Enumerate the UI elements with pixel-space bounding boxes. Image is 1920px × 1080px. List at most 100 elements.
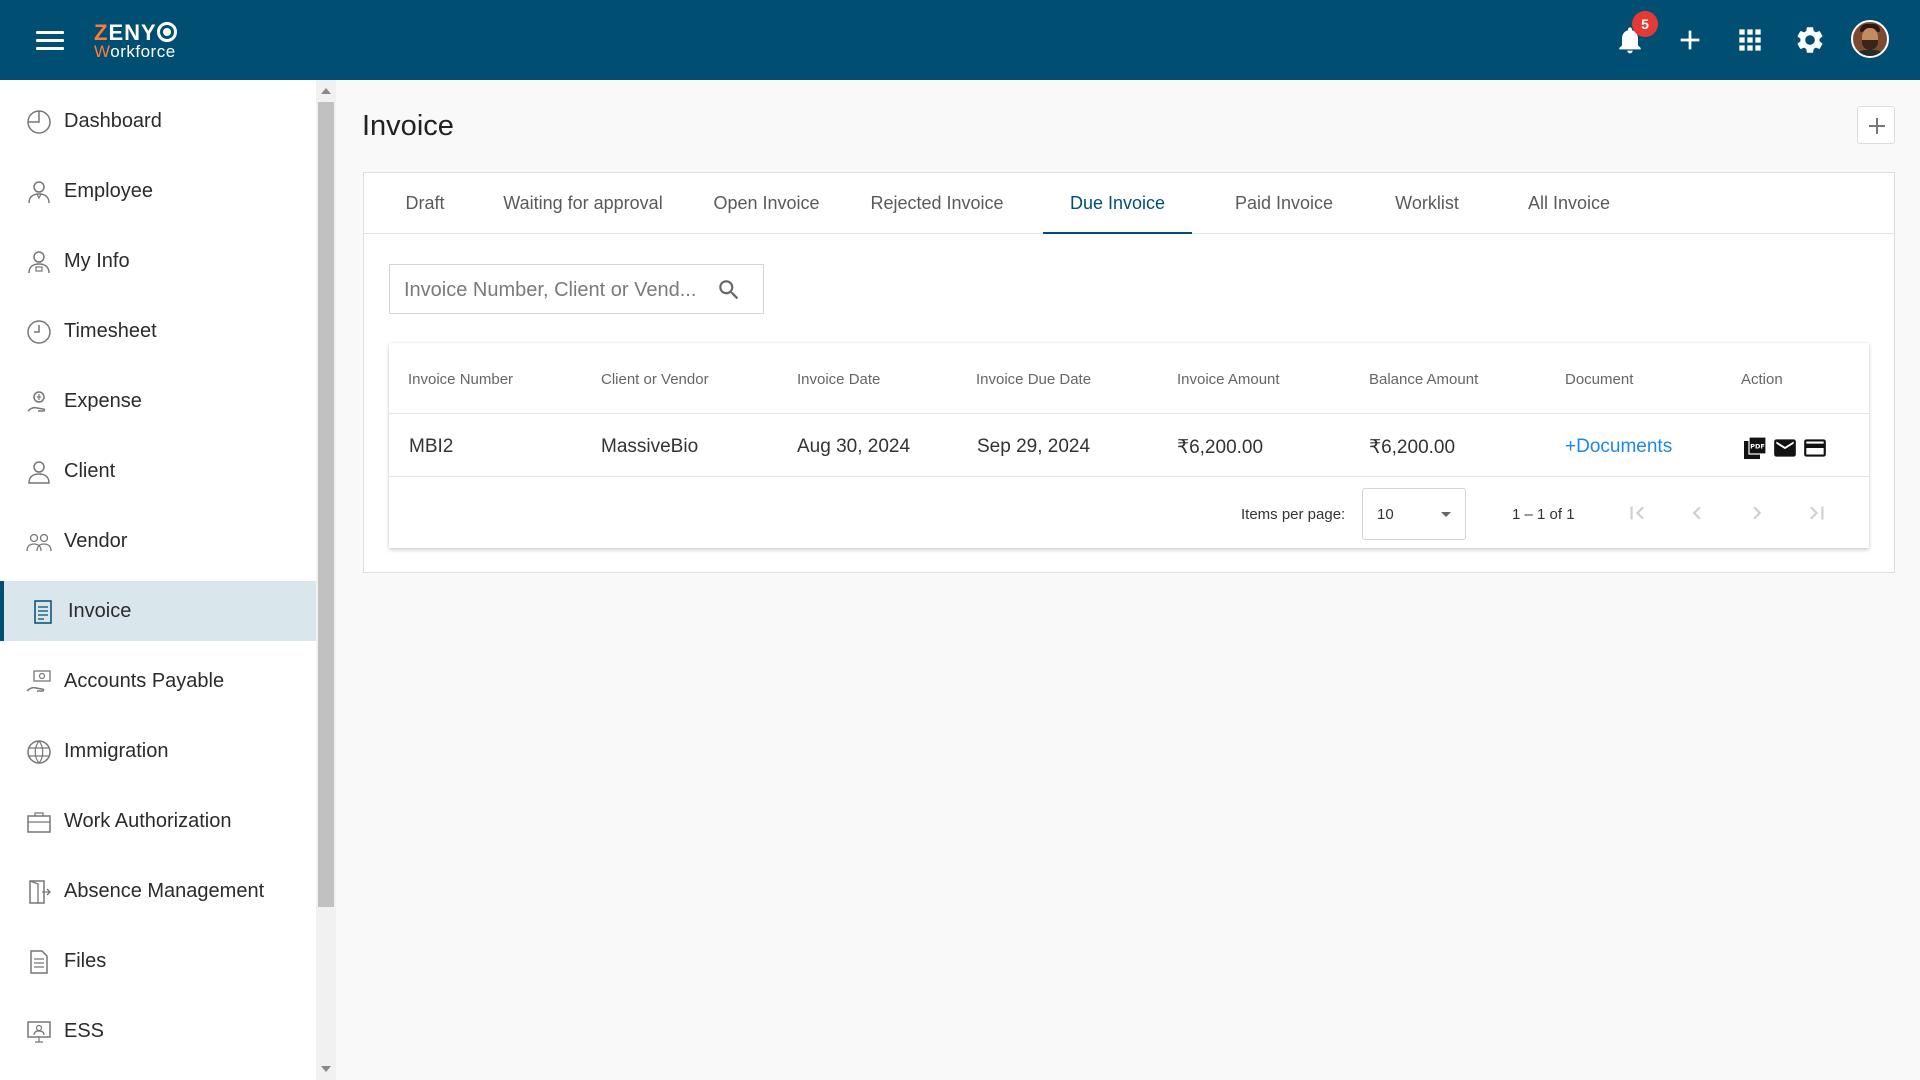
payment-card-icon[interactable] [1802,435,1828,461]
sidebar-item-employee[interactable]: Employee [0,161,316,221]
scroll-down-arrow-icon[interactable] [321,1066,331,1072]
column-header-balance-amount[interactable]: Balance Amount [1369,371,1478,388]
tab-paid-invoice[interactable]: Paid Invoice [1222,173,1346,233]
sidebar-item-label: Employee [64,179,153,202]
sidebar-item-absence-management[interactable]: Absence Management [0,861,316,921]
svg-text:PDF: PDF [1750,443,1765,451]
my-info-icon [26,249,52,275]
sidebar-item-label: Timesheet [64,319,157,342]
tab-all-invoice[interactable]: All Invoice [1507,173,1631,233]
tab-open-invoice[interactable]: Open Invoice [704,173,829,233]
pagination-range: 1 – 1 of 1 [1512,506,1575,523]
tab-due-invoice[interactable]: Due Invoice [1043,173,1192,234]
cell-invoice-number: MBI2 [409,436,454,457]
clock-icon [26,319,52,345]
sidebar-item-timesheet[interactable]: Timesheet [0,301,316,361]
expense-icon [26,389,52,415]
cell-client-or-vendor: MassiveBio [601,436,699,457]
tab-rejected-invoice[interactable]: Rejected Invoice [860,173,1014,233]
column-header-invoice-number[interactable]: Invoice Number [408,371,513,388]
sidebar-item-files[interactable]: Files [0,931,316,991]
ess-icon [26,1019,52,1045]
sidebar-item-invoice[interactable]: Invoice [0,581,316,641]
invoice-icon [30,599,56,625]
column-header-invoice-due-date[interactable]: Invoice Due Date [976,371,1091,388]
sidebar-item-work-authorization[interactable]: Work Authorization [0,791,316,851]
sidebar-item-label: Work Authorization [64,809,232,832]
first-page-icon[interactable] [1624,500,1650,526]
cell-invoice-amount: ₹6,200.00 [1177,437,1264,458]
apps-grid-icon[interactable] [1734,24,1766,56]
vendor-icon [26,529,52,555]
next-page-icon[interactable] [1744,500,1770,526]
row-divider [389,476,1869,477]
column-header-invoice-date[interactable]: Invoice Date [797,371,880,388]
sidebar: Dashboard Employee My Info Timesheet Exp… [0,80,316,1080]
sidebar-item-dashboard[interactable]: Dashboard [0,91,316,151]
items-per-page-value: 10 [1377,506,1394,523]
search-icon[interactable] [716,277,742,303]
search-input[interactable] [404,277,704,303]
sidebar-item-label: ESS [64,1019,105,1042]
search-box [389,264,764,314]
employee-icon [26,179,52,205]
sidebar-item-label: Vendor [64,529,128,552]
pdf-icon[interactable]: PDF [1742,435,1768,461]
sidebar-item-label: Immigration [64,739,169,762]
previous-page-icon[interactable] [1684,500,1710,526]
add-invoice-button[interactable] [1857,106,1895,144]
notification-badge[interactable]: 5 [1632,11,1658,37]
sidebar-item-ess[interactable]: ESS [0,1001,316,1061]
tab-worklist[interactable]: Worklist [1375,173,1479,233]
sidebar-item-my-info[interactable]: My Info [0,231,316,291]
cell-invoice-date: Aug 30, 2024 [797,436,911,457]
file-icon [26,949,52,975]
items-per-page-label: Items per page: [1241,506,1346,523]
sidebar-item-label: Absence Management [64,879,265,902]
sidebar-item-vendor[interactable]: Vendor [0,511,316,571]
documents-link[interactable]: +Documents [1565,436,1672,458]
page-title: Invoice [362,110,454,142]
email-icon[interactable] [1772,435,1798,461]
sidebar-item-label: Dashboard [64,109,162,132]
invoice-tabs: Draft Waiting for approval Open Invoice … [364,173,1894,234]
sidebar-item-label: My Info [64,249,130,272]
scroll-up-arrow-icon[interactable] [321,88,331,94]
items-per-page-select[interactable]: 10 [1362,488,1466,540]
column-header-client-or-vendor[interactable]: Client or Vendor [601,371,709,388]
header-divider [389,413,1869,414]
sidebar-item-label: Invoice [68,599,132,622]
sidebar-item-label: Accounts Payable [64,669,225,692]
door-exit-icon [26,879,52,905]
column-header-invoice-amount[interactable]: Invoice Amount [1177,371,1280,388]
sidebar-item-expense[interactable]: Expense [0,371,316,431]
column-header-document: Document [1565,371,1634,388]
sidebar-item-label: Files [64,949,107,972]
sidebar-item-immigration[interactable]: Immigration [0,721,316,781]
accounts-payable-icon [26,669,52,695]
cell-due-date: Sep 29, 2024 [977,436,1091,457]
briefcase-icon [26,809,52,835]
scroll-thumb[interactable] [318,102,334,907]
cell-balance-amount: ₹6,200.00 [1369,437,1456,458]
sidebar-item-client[interactable]: Client [0,441,316,501]
gear-icon[interactable] [1794,24,1826,56]
brand-logo[interactable]: ZENY Workforce [94,22,177,60]
invoice-table: Invoice Number Client or Vendor Invoice … [389,343,1869,548]
tab-waiting-for-approval[interactable]: Waiting for approval [492,173,674,233]
plus-icon[interactable] [1674,24,1706,56]
sidebar-item-accounts-payable[interactable]: Accounts Payable [0,651,316,711]
column-header-action: Action [1741,371,1783,388]
sidebar-scrollbar[interactable] [316,80,336,1080]
last-page-icon[interactable] [1804,500,1830,526]
tab-draft[interactable]: Draft [389,173,461,233]
avatar[interactable] [1851,20,1889,58]
menu-icon[interactable] [36,31,64,51]
dashboard-icon [26,109,52,135]
top-bar: ZENY Workforce 5 [0,0,1920,80]
invoice-panel: Draft Waiting for approval Open Invoice … [363,172,1895,573]
globe-icon [26,739,52,765]
client-icon [26,459,52,485]
sidebar-item-label: Expense [64,389,142,412]
dropdown-arrow-icon [1441,512,1451,517]
